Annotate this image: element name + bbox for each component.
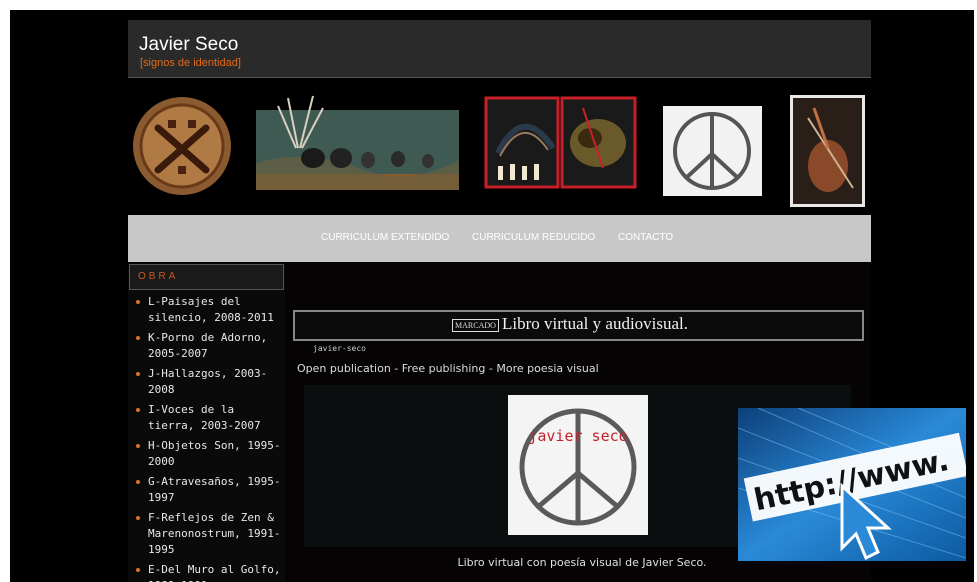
site-header: Javier Seco [signos de identidad]	[128, 20, 871, 78]
sidebar-list: L-Paisajes del silencio, 2008-2011 K-Por…	[134, 294, 282, 582]
nav-curriculum-extendido[interactable]: CURRICULUM EXTENDIDO	[321, 232, 449, 243]
more-poesia-visual-link[interactable]: More poesia visual	[496, 362, 598, 375]
artwork-diptych	[484, 96, 637, 189]
book-cover[interactable]: javier seco	[508, 395, 648, 535]
link-separator: -	[390, 362, 402, 375]
cover-text: javier seco	[528, 427, 627, 445]
http-overlay-graphic: http://www.	[738, 408, 966, 561]
publication-user[interactable]: javier-seco	[313, 344, 366, 353]
publication-title-box: MARCADO Libro virtual y audiovisual.	[293, 310, 864, 341]
nav-contacto[interactable]: CONTACTO	[618, 232, 673, 243]
sidebar-item-l[interactable]: L-Paisajes del silencio, 2008-2011	[134, 294, 282, 326]
artwork-stones-panel	[256, 95, 459, 190]
sidebar-item-g[interactable]: G-Atravesaños, 1995-1997	[134, 474, 282, 506]
sidebar-item-k[interactable]: K-Porno de Adorno, 2005-2007	[134, 330, 282, 362]
sidebar-heading-label: OBRA	[138, 271, 179, 282]
sidebar-item-j[interactable]: J-Hallazgos, 2003-2008	[134, 366, 282, 398]
free-publishing-link[interactable]: Free publishing	[402, 362, 486, 375]
banner-artworks	[133, 95, 865, 207]
sidebar: OBRA L-Paisajes del silencio, 2008-2011 …	[128, 264, 285, 582]
nav-curriculum-reducido[interactable]: CURRICULUM REDUCIDO	[472, 232, 595, 243]
artwork-peace-wire	[663, 106, 762, 196]
link-separator: -	[485, 362, 497, 375]
artwork-banner	[128, 78, 871, 215]
open-publication-link[interactable]: Open publication	[297, 362, 391, 375]
publication-title[interactable]: Libro virtual y audiovisual.	[502, 314, 688, 334]
main-nav: CURRICULUM EXTENDIDO CURRICULUM REDUCIDO…	[128, 215, 871, 262]
publication-links: Open publication - Free publishing - Mor…	[297, 362, 599, 375]
artwork-plate	[133, 97, 231, 195]
sidebar-heading: OBRA	[129, 264, 284, 290]
sidebar-item-e[interactable]: E-Del Muro al Golfo, 1989-1991	[134, 562, 282, 582]
site-title[interactable]: Javier Seco	[139, 34, 238, 56]
sidebar-item-i[interactable]: I-Voces de la tierra, 2003-2007	[134, 402, 282, 434]
sidebar-item-h[interactable]: H-Objetos Son, 1995-2000	[134, 438, 282, 470]
site-tagline: [signos de identidad]	[140, 57, 241, 69]
http-www-overlay: http://www.	[738, 408, 966, 561]
artwork-violin	[790, 95, 865, 207]
publication-badge: MARCADO	[452, 319, 499, 332]
sidebar-item-f[interactable]: F-Reflejos de Zen & Marenonostrum, 1991-…	[134, 510, 282, 558]
